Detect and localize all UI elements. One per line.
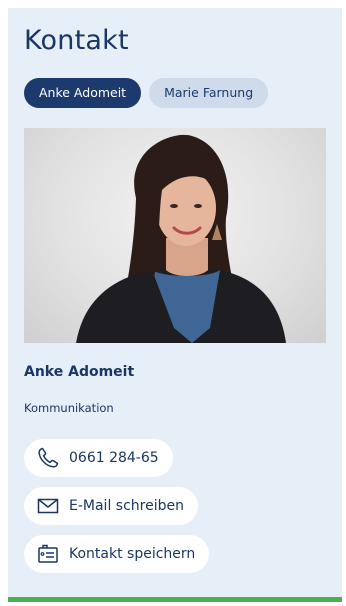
- phone-number: 0661 284-65: [69, 450, 159, 466]
- contact-photo: [24, 128, 326, 343]
- call-button[interactable]: 0661 284-65: [24, 439, 173, 477]
- save-contact-label: Kontakt speichern: [69, 546, 196, 562]
- accent-bar: [8, 597, 342, 602]
- contact-card: Kontakt Anke Adomeit Marie Farnung Anke …: [8, 8, 342, 602]
- contact-person-tabs: Anke Adomeit Marie Farnung: [24, 78, 269, 108]
- tab-marie-farnung[interactable]: Marie Farnung: [149, 78, 269, 108]
- envelope-icon: [36, 494, 60, 518]
- email-button[interactable]: E-Mail schreiben: [24, 487, 198, 525]
- contact-card-icon: [36, 542, 60, 566]
- contact-title: Kontakt: [24, 25, 129, 56]
- email-label: E-Mail schreiben: [69, 498, 184, 514]
- phone-icon: [36, 446, 60, 470]
- save-contact-button[interactable]: Kontakt speichern: [24, 535, 210, 573]
- contact-name: Anke Adomeit: [24, 364, 135, 380]
- contact-role: Kommunikation: [24, 401, 114, 415]
- tab-anke-adomeit[interactable]: Anke Adomeit: [24, 78, 142, 108]
- portrait-illustration: [76, 134, 286, 343]
